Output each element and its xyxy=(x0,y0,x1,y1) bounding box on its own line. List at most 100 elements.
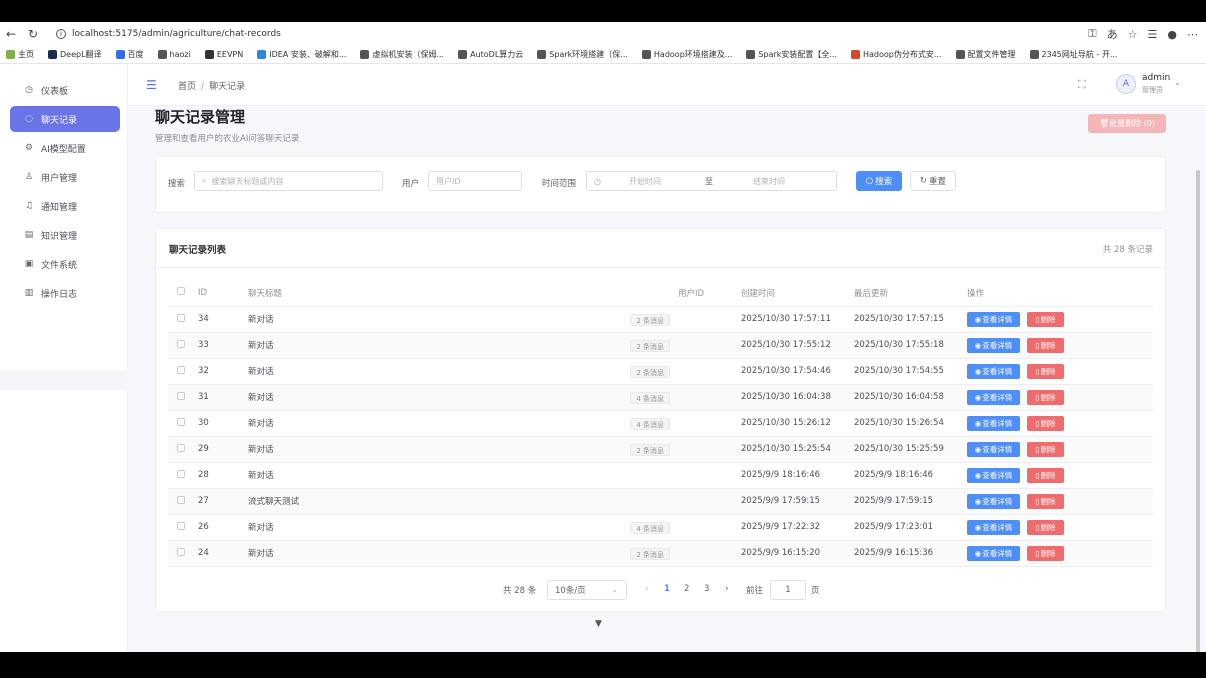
bookmark-item[interactable]: EEVPN xyxy=(204,50,243,59)
row-checkbox[interactable] xyxy=(177,391,185,400)
user-id-input[interactable]: 用户ID xyxy=(428,171,522,191)
delete-button[interactable]: ▯ 删除 xyxy=(1027,467,1064,483)
column-header-title[interactable]: 聊天标题 xyxy=(248,280,678,307)
chevron-down-icon[interactable]: ⌄ xyxy=(1174,78,1181,87)
view-details-button[interactable]: ◉ 查看详情 xyxy=(967,467,1020,483)
table-row[interactable]: 24 新对话 2 条消息 2025/9/9 16:15:20 2025/9/9 16:1… xyxy=(168,540,1153,567)
goto-page-input[interactable]: 1 xyxy=(770,580,806,600)
column-header-updated[interactable]: 最后更新 xyxy=(854,280,967,307)
delete-button[interactable]: ▯ 删除 xyxy=(1027,311,1064,327)
search-button[interactable]: ○ 搜索 xyxy=(856,171,902,191)
view-details-button[interactable]: ◉ 查看详情 xyxy=(967,389,1020,405)
bookmark-item[interactable]: 2345网址导航 - 开... xyxy=(1029,49,1117,60)
view-details-button[interactable]: ◉ 查看详情 xyxy=(967,415,1020,431)
back-icon[interactable]: ← xyxy=(0,23,22,45)
bookmark-item[interactable]: 配置文件管理 xyxy=(955,49,1016,60)
bookmark-item[interactable]: haozi xyxy=(157,50,191,59)
breadcrumb-home[interactable]: 首页 xyxy=(178,82,196,92)
favorites-icon[interactable]: ☰ xyxy=(1148,28,1158,41)
batch-delete-button[interactable]: 🗑 批量删除 (0) xyxy=(1088,114,1166,133)
reset-button[interactable]: ↻ 重置 xyxy=(910,171,956,191)
table-row[interactable]: 29 新对话 2 条消息 2025/10/30 15:25:54 2025/10/30 … xyxy=(168,436,1153,463)
table-row[interactable]: 30 新对话 4 条消息 2025/10/30 15:26:12 2025/10/30 … xyxy=(168,410,1153,437)
bookmark-item[interactable]: AutoDL算力云 xyxy=(458,49,523,60)
fullscreen-icon[interactable]: ⛶ xyxy=(1078,78,1086,92)
bookmark-item[interactable]: Hadoop伪分布式安... xyxy=(851,49,942,60)
page-number-1[interactable]: 1 xyxy=(664,584,670,594)
view-details-button[interactable]: ◉ 查看详情 xyxy=(967,337,1020,353)
sidebar-item-user-management[interactable]: ♙ 用户管理 xyxy=(10,164,120,190)
column-header-id[interactable]: ID xyxy=(198,280,248,307)
key-icon[interactable]: ⚿ xyxy=(1088,27,1096,41)
view-details-button[interactable]: ◉ 查看详情 xyxy=(967,441,1020,457)
reload-icon[interactable]: ↻ xyxy=(22,23,44,45)
bookmark-item[interactable]: Spark安装配置【全... xyxy=(746,49,837,60)
prev-page-icon[interactable]: ‹ xyxy=(645,584,649,594)
delete-button[interactable]: ▯ 删除 xyxy=(1027,493,1064,509)
row-checkbox[interactable] xyxy=(177,417,185,426)
next-page-icon[interactable]: › xyxy=(725,584,729,594)
delete-button[interactable]: ▯ 删除 xyxy=(1027,545,1064,561)
start-time-input[interactable]: 开始时间 xyxy=(629,176,661,187)
delete-button[interactable]: ▯ 删除 xyxy=(1027,519,1064,535)
date-range-picker[interactable]: ◷ 开始时间 至 结束时间 xyxy=(586,171,837,191)
delete-button[interactable]: ▯ 删除 xyxy=(1027,415,1064,431)
end-time-input[interactable]: 结束时间 xyxy=(753,176,785,187)
select-all-checkbox[interactable] xyxy=(177,287,185,296)
avatar[interactable]: A xyxy=(1116,74,1136,94)
table-row[interactable]: 31 新对话 4 条消息 2025/10/30 16:04:38 2025/10/30 … xyxy=(168,384,1153,411)
view-details-button[interactable]: ◉ 查看详情 xyxy=(967,493,1020,509)
row-checkbox[interactable] xyxy=(177,313,185,322)
profile-icon[interactable]: ● xyxy=(1167,28,1177,41)
page-scrollbar[interactable] xyxy=(1195,106,1201,652)
page-number-3[interactable]: 3 xyxy=(704,584,709,594)
sidebar-item-dashboard[interactable]: ◷ 仪表板 xyxy=(10,77,120,103)
bookmark-item[interactable]: IDEA 安装、破解和... xyxy=(257,49,346,60)
site-info-icon[interactable]: i xyxy=(56,29,66,39)
sidebar-item-knowledge-management[interactable]: ▤ 知识管理 xyxy=(10,222,120,248)
table-row[interactable]: 26 新对话 4 条消息 2025/9/9 17:22:32 2025/9/9 17:2… xyxy=(168,514,1153,541)
row-checkbox[interactable] xyxy=(177,443,185,452)
scrollbar-thumb[interactable] xyxy=(1196,170,1200,652)
bookmark-item[interactable]: 主页 xyxy=(6,49,34,60)
scroll-down-icon[interactable]: ▼ xyxy=(595,619,602,629)
delete-button[interactable]: ▯ 删除 xyxy=(1027,441,1064,457)
user-name[interactable]: admin xyxy=(1142,73,1170,83)
sidebar-item-ai-model-config[interactable]: ⚙ AI模型配置 xyxy=(10,135,120,161)
row-checkbox[interactable] xyxy=(177,469,185,478)
row-checkbox[interactable] xyxy=(177,495,185,504)
delete-button[interactable]: ▯ 删除 xyxy=(1027,337,1064,353)
bookmark-item[interactable]: Spark环境搭建（保... xyxy=(537,49,628,60)
address-bar[interactable]: i localhost:5175/admin/agriculture/chat-… xyxy=(48,25,1038,43)
bookmark-item[interactable]: DeepL翻译 xyxy=(48,49,102,60)
table-row[interactable]: 28 新对话 2025/9/9 18:16:46 2025/9/9 18:16:46 ◉… xyxy=(168,462,1153,489)
view-details-button[interactable]: ◉ 查看详情 xyxy=(967,545,1020,561)
bookmark-item[interactable]: 百度 xyxy=(115,49,144,60)
column-header-user[interactable]: 用户ID xyxy=(678,280,741,307)
page-number-2[interactable]: 2 xyxy=(684,584,689,594)
view-details-button[interactable]: ◉ 查看详情 xyxy=(967,311,1020,327)
translate-icon[interactable]: あ xyxy=(1107,26,1118,42)
column-header-created[interactable]: 创建时间 xyxy=(741,280,854,307)
table-row[interactable]: 33 新对话 2 条消息 2025/10/30 17:55:12 2025/10/30 … xyxy=(168,332,1153,359)
sidebar-item-operation-log[interactable]: ▥ 操作日志 xyxy=(10,280,120,306)
row-checkbox[interactable] xyxy=(177,365,185,374)
row-checkbox[interactable] xyxy=(177,547,185,556)
sidebar-item-chat-records[interactable]: ◌ 聊天记录 xyxy=(10,106,120,132)
search-input[interactable]: ⌕ 搜索聊天标题或内容 xyxy=(194,171,383,191)
row-checkbox[interactable] xyxy=(177,521,185,530)
delete-button[interactable]: ▯ 删除 xyxy=(1027,363,1064,379)
delete-button[interactable]: ▯ 删除 xyxy=(1027,389,1064,405)
table-row[interactable]: 32 新对话 2 条消息 2025/10/30 17:54:46 2025/10/30 … xyxy=(168,358,1153,385)
sidebar-item-file-system[interactable]: ▣ 文件系统 xyxy=(10,251,120,277)
table-row[interactable]: 27 流式聊天测试 2025/9/9 17:59:15 2025/9/9 17:59:… xyxy=(168,488,1153,515)
more-icon[interactable]: ⋯ xyxy=(1187,28,1198,41)
row-checkbox[interactable] xyxy=(177,339,185,348)
menu-toggle-icon[interactable]: ☰ xyxy=(146,78,157,92)
view-details-button[interactable]: ◉ 查看详情 xyxy=(967,519,1020,535)
bookmark-item[interactable]: 虚拟机安装（保姆... xyxy=(360,49,444,60)
bookmark-item[interactable]: Hadoop环境搭建及... xyxy=(641,49,732,60)
star-icon[interactable]: ☆ xyxy=(1128,28,1138,41)
table-row[interactable]: 34 新对话 2 条消息 2025/10/30 17:57:11 2025/10/30 … xyxy=(168,306,1153,333)
sidebar-item-notification-management[interactable]: ♫ 通知管理 xyxy=(10,193,120,219)
